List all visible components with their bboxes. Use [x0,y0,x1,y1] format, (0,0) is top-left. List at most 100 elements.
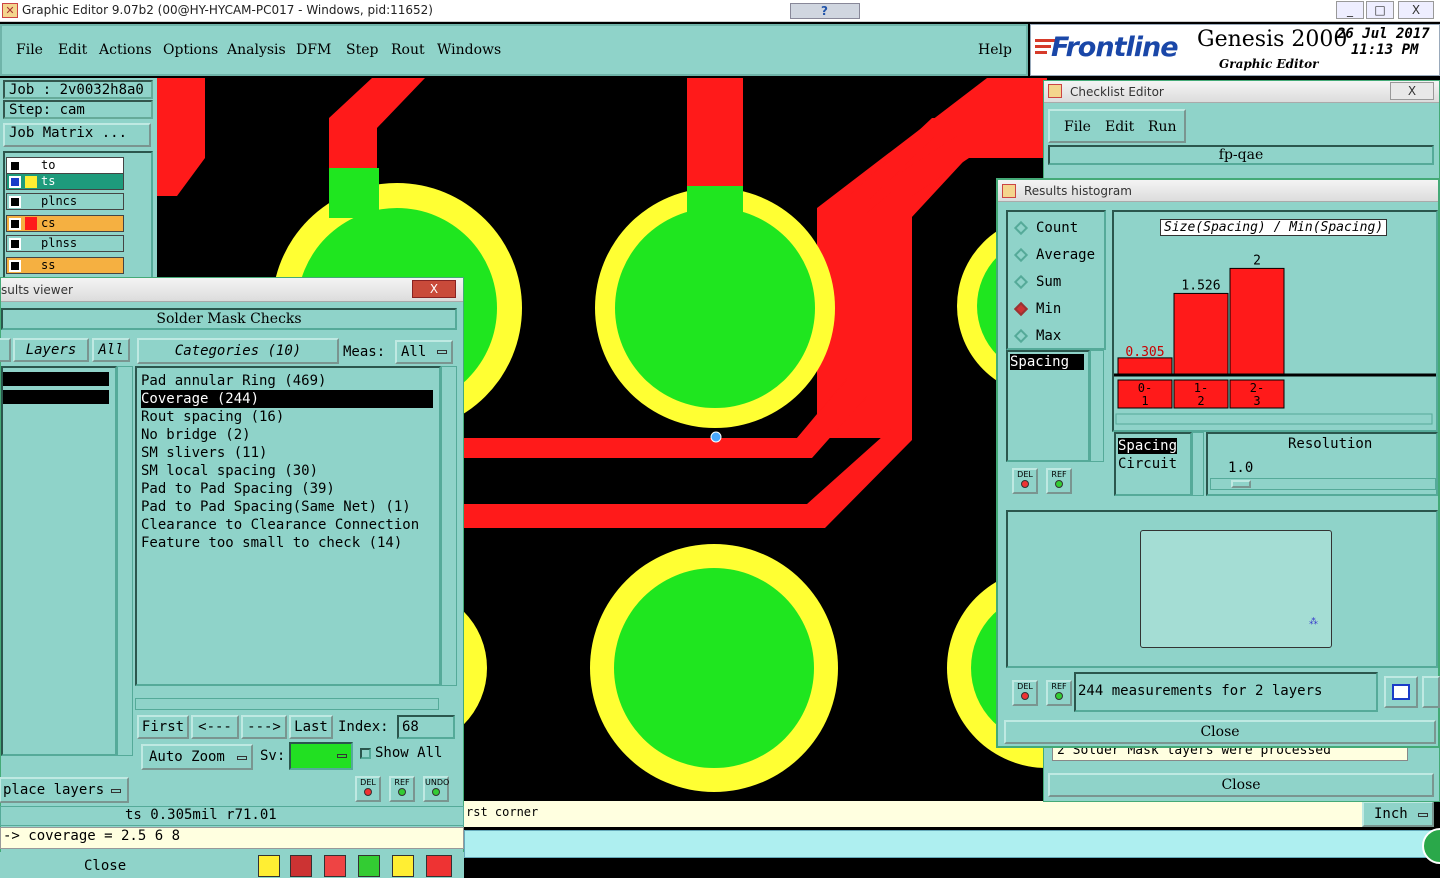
layer-row-to[interactable]: to [6,157,124,174]
chart-toggle-2-icon[interactable] [1422,676,1440,708]
units-select[interactable]: Inch [1362,801,1434,827]
histogram-bar [1229,267,1285,375]
layer-row-ss[interactable]: ss [6,257,124,274]
show-all-checkbox[interactable] [360,748,371,759]
side-list-scrollbar[interactable] [1192,432,1204,496]
list-item[interactable]: Pad to Pad Spacing(Same Net) (1) [141,498,411,516]
list-item[interactable]: SM slivers (11) [141,444,267,462]
option-count[interactable]: Count [1013,220,1078,236]
job-label: Job : 2v0032h8a0 [3,80,153,99]
help-toolbar-icon[interactable]: ? [790,3,860,19]
measure-type-list[interactable]: Spacing [1006,350,1090,462]
del-button[interactable]: DEL [355,776,381,802]
layers-list-row[interactable] [3,372,109,386]
hist-del-button[interactable]: DEL [1012,680,1038,706]
list-item[interactable]: SM local spacing (30) [141,462,318,480]
option-average[interactable]: Average [1013,247,1095,263]
resolution-slider[interactable] [1210,478,1436,490]
checklist-menu-run[interactable]: Run [1148,119,1177,135]
measurement-marker [710,431,722,443]
layer-row-plnss[interactable]: plnss [6,235,124,252]
list-item[interactable]: Pad to Pad Spacing (39) [141,480,335,498]
hist-del-top-button[interactable]: DEL [1012,468,1038,494]
close-window-button[interactable]: X [1398,1,1434,19]
menu-analysis[interactable]: Analysis [227,42,286,58]
checklist-menu-file[interactable]: File [1064,119,1091,135]
auto-zoom-select[interactable]: Auto Zoom [141,744,253,770]
command-line[interactable]: -> coverage = 2.5 6 8 [0,827,464,849]
option-max[interactable]: Max [1013,328,1061,344]
index-input[interactable]: 68 [397,715,455,739]
next-button[interactable]: ---> [241,715,287,739]
toolbar-icon-1[interactable] [258,855,280,877]
list-item[interactable]: Circuit [1118,456,1177,472]
toolbar-icon-3[interactable] [324,855,346,877]
job-matrix-button[interactable]: Job Matrix ... [3,123,151,147]
tab-left-cut[interactable] [0,338,11,362]
chart-toggle-icon[interactable] [1384,676,1418,708]
menu-dfm[interactable]: DFM [296,42,331,58]
index-label: Index: [338,719,389,735]
menu-windows[interactable]: Windows [437,42,501,58]
checklist-name: fp-qae [1048,145,1434,165]
ref-button[interactable]: REF [389,776,415,802]
categories-scrollbar[interactable] [441,366,457,686]
side-list[interactable]: Spacing Circuit [1114,432,1192,496]
results-viewer-close-icon[interactable]: X [412,280,456,298]
meas-select[interactable]: All [395,340,453,364]
categories-list[interactable]: Pad annular Ring (469) Coverage (244) Ro… [135,366,441,686]
list-item[interactable]: Pad annular Ring (469) [141,372,326,390]
last-button[interactable]: Last [289,715,333,739]
list-item-selected[interactable]: Spacing [1010,354,1084,370]
layers-scrollbar[interactable] [117,366,133,756]
toolbar-icon-6[interactable] [426,855,452,877]
tab-categories[interactable]: Categories (10) [137,338,339,364]
menu-rout[interactable]: Rout [391,42,425,58]
undo-button[interactable]: UNDO [423,776,449,802]
layer-row-cs[interactable]: cs [6,215,124,232]
list-item[interactable]: No bridge (2) [141,426,251,444]
tab-layers[interactable]: Layers [13,338,89,362]
toolbar-icon-2[interactable] [290,855,312,877]
sv-color-select[interactable] [289,742,353,770]
checklist-menu-edit[interactable]: Edit [1105,119,1134,135]
menu-help[interactable]: Help [978,42,1012,58]
place-layers-select[interactable]: place layers [0,777,129,803]
measure-type-scrollbar[interactable] [1090,350,1104,462]
first-button[interactable]: First [137,715,189,739]
list-item[interactable]: Clearance to Clearance Connection [141,516,419,534]
list-item-selected[interactable]: Coverage (244) [141,390,433,408]
option-sum[interactable]: Sum [1013,274,1061,290]
layers-list[interactable] [1,366,117,756]
menu-actions[interactable]: Actions [99,42,152,58]
categories-hscrollbar[interactable] [135,698,439,710]
minimize-button[interactable]: _ [1336,1,1364,19]
hist-ref-top-button[interactable]: REF [1046,468,1072,494]
toolbar-icon-4[interactable] [358,855,380,877]
prev-button[interactable]: <--- [191,715,239,739]
brand-name: Frontline [1051,32,1179,63]
toolbar-icon-5[interactable] [392,855,414,877]
hist-ref-button[interactable]: REF [1046,680,1072,706]
resolution-panel: Resolution 1.0 [1206,432,1438,496]
results-viewer-close-button[interactable]: Close [84,858,126,874]
checklist-close-icon[interactable]: X [1390,82,1434,100]
menu-step[interactable]: Step [346,42,378,58]
maximize-button[interactable]: □ [1366,1,1394,19]
list-item[interactable]: Rout spacing (16) [141,408,284,426]
resolution-slider-thumb[interactable] [1231,480,1251,488]
list-item-selected[interactable]: Spacing [1118,438,1178,454]
option-min[interactable]: Min [1013,301,1061,317]
histogram-close-button[interactable]: Close [1004,720,1436,744]
menu-options[interactable]: Options [163,42,218,58]
menu-edit[interactable]: Edit [58,42,87,58]
tab-all[interactable]: All [92,338,130,362]
checklist-editor-titlebar: Checklist Editor X [1044,81,1439,103]
layer-row-plncs[interactable]: plncs [6,193,124,210]
list-item[interactable]: Feature too small to check (14) [141,534,402,552]
menu-file[interactable]: File [16,42,43,58]
layers-list-row[interactable] [3,390,109,404]
layer-row-ts[interactable]: ts [6,173,124,190]
category-tick-label: 1 [1141,394,1148,408]
checklist-close-button[interactable]: Close [1048,773,1434,797]
